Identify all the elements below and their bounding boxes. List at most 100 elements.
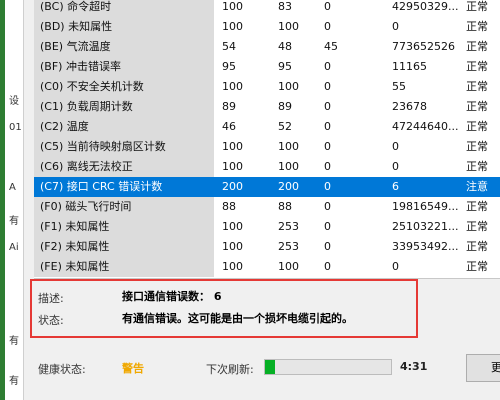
- attribute-worst: 100: [278, 80, 299, 93]
- attribute-threshold: 0: [324, 160, 331, 173]
- attribute-raw-value: 55: [392, 80, 406, 93]
- attribute-raw-value: 0: [392, 260, 399, 273]
- background-window-strip: 设 01 A 有 Ai 有 有: [0, 0, 24, 400]
- attribute-raw-value: 33953492...: [392, 240, 459, 253]
- attribute-current: 89: [222, 100, 236, 113]
- attribute-current: 100: [222, 20, 243, 33]
- attribute-worst: 48: [278, 40, 292, 53]
- table-row[interactable]: (BE) 气流温度 54 48 45 773652526 正常: [34, 37, 500, 57]
- attribute-status: 注意: [466, 180, 488, 193]
- attribute-name: (BC) 命令超时: [34, 0, 214, 17]
- attribute-status: 正常: [466, 220, 488, 233]
- attribute-threshold: 0: [324, 200, 331, 213]
- attribute-worst: 100: [278, 140, 299, 153]
- background-window-text: Ai: [9, 242, 19, 253]
- attribute-worst: 253: [278, 220, 299, 233]
- table-row[interactable]: (F0) 磁头飞行时间 88 88 0 19816549... 正常: [34, 197, 500, 217]
- attribute-worst: 200: [278, 180, 299, 193]
- attribute-worst: 52: [278, 120, 292, 133]
- smart-attribute-table[interactable]: (BC) 命令超时 100 83 0 42950329... 正常 (BD) 未…: [34, 0, 500, 278]
- table-row[interactable]: (C1) 负载周期计数 89 89 0 23678 正常: [34, 97, 500, 117]
- attribute-worst: 89: [278, 100, 292, 113]
- attribute-current: 100: [222, 160, 243, 173]
- attribute-status: 正常: [466, 60, 488, 73]
- background-window-text: 01: [9, 122, 22, 133]
- background-window-text: 设: [9, 96, 19, 107]
- next-refresh-label: 下次刷新:: [206, 363, 254, 376]
- background-window-text: 有: [9, 336, 19, 347]
- table-row[interactable]: (C2) 温度 46 52 0 47244640... 正常: [34, 117, 500, 137]
- refresh-progress-fill: [265, 360, 276, 374]
- attribute-raw-value: 0: [392, 140, 399, 153]
- attribute-worst: 100: [278, 20, 299, 33]
- attribute-worst: 100: [278, 260, 299, 273]
- background-window-text: 有: [9, 216, 19, 227]
- table-row[interactable]: (BF) 冲击错误率 95 95 0 11165 正常: [34, 57, 500, 77]
- attribute-raw-value: 47244640...: [392, 120, 459, 133]
- attribute-status: 正常: [466, 200, 488, 213]
- attribute-threshold: 0: [324, 180, 331, 193]
- attribute-current: 200: [222, 180, 243, 193]
- attribute-worst: 100: [278, 160, 299, 173]
- attribute-name: (C0) 不安全关机计数: [34, 77, 214, 97]
- background-window-text: 有: [9, 376, 19, 387]
- attribute-threshold: 0: [324, 240, 331, 253]
- attribute-status: 正常: [466, 240, 488, 253]
- attribute-status: 正常: [466, 80, 488, 93]
- health-status-label: 健康状态:: [38, 363, 86, 376]
- table-row[interactable]: (F1) 未知属性 100 253 0 25103221... 正常: [34, 217, 500, 237]
- refresh-button[interactable]: 更: [466, 354, 500, 382]
- attribute-worst: 88: [278, 200, 292, 213]
- attribute-threshold: 0: [324, 220, 331, 233]
- refresh-countdown: 4:31: [400, 360, 428, 373]
- attribute-name: (C5) 当前待映射扇区计数: [34, 137, 214, 157]
- attribute-name: (FE) 未知属性: [34, 257, 214, 277]
- attribute-name: (BD) 未知属性: [34, 17, 214, 37]
- table-row[interactable]: (C5) 当前待映射扇区计数 100 100 0 0 正常: [34, 137, 500, 157]
- table-row[interactable]: (C6) 离线无法校正 100 100 0 0 正常: [34, 157, 500, 177]
- attribute-current: 46: [222, 120, 236, 133]
- attribute-status: 正常: [466, 140, 488, 153]
- attribute-threshold: 0: [324, 60, 331, 73]
- attribute-status: 正常: [466, 100, 488, 113]
- background-window-accent: [0, 0, 5, 400]
- attribute-worst: 95: [278, 60, 292, 73]
- attribute-raw-value: 6: [392, 180, 399, 193]
- attribute-worst: 83: [278, 0, 292, 13]
- table-row[interactable]: (BC) 命令超时 100 83 0 42950329... 正常: [34, 0, 500, 17]
- attribute-current: 100: [222, 140, 243, 153]
- attribute-current: 100: [222, 0, 243, 13]
- refresh-progress-bar: [264, 359, 392, 375]
- highlight-annotation-box: [30, 279, 418, 338]
- health-status-value: 警告: [122, 362, 144, 375]
- table-row[interactable]: (F2) 未知属性 100 253 0 33953492... 正常: [34, 237, 500, 257]
- attribute-name: (F0) 磁头飞行时间: [34, 197, 214, 217]
- attribute-threshold: 0: [324, 140, 331, 153]
- attribute-name: (C7) 接口 CRC 错误计数: [34, 177, 214, 197]
- attribute-raw-value: 19816549...: [392, 200, 459, 213]
- attribute-current: 88: [222, 200, 236, 213]
- attribute-raw-value: 11165: [392, 60, 427, 73]
- attribute-name: (F1) 未知属性: [34, 217, 214, 237]
- attribute-status: 正常: [466, 0, 488, 13]
- table-row[interactable]: (FE) 未知属性 100 100 0 0 正常: [34, 257, 500, 277]
- table-row[interactable]: (BD) 未知属性 100 100 0 0 正常: [34, 17, 500, 37]
- attribute-name: (BF) 冲击错误率: [34, 57, 214, 77]
- table-row[interactable]: (C0) 不安全关机计数 100 100 0 55 正常: [34, 77, 500, 97]
- attribute-threshold: 0: [324, 20, 331, 33]
- attribute-name: (BE) 气流温度: [34, 37, 214, 57]
- attribute-raw-value: 0: [392, 20, 399, 33]
- status-bar: 健康状态: 警告 下次刷新: 4:31 更: [34, 348, 500, 388]
- background-window-text: A: [9, 182, 16, 193]
- table-row-selected[interactable]: (C7) 接口 CRC 错误计数 200 200 0 6 注意: [34, 177, 500, 197]
- attribute-threshold: 45: [324, 40, 338, 53]
- attribute-status: 正常: [466, 260, 488, 273]
- attribute-threshold: 0: [324, 100, 331, 113]
- attribute-raw-value: 773652526: [392, 40, 455, 53]
- attribute-current: 95: [222, 60, 236, 73]
- attribute-raw-value: 23678: [392, 100, 427, 113]
- attribute-current: 54: [222, 40, 236, 53]
- attribute-raw-value: 0: [392, 160, 399, 173]
- attribute-status: 正常: [466, 120, 488, 133]
- attribute-worst: 253: [278, 240, 299, 253]
